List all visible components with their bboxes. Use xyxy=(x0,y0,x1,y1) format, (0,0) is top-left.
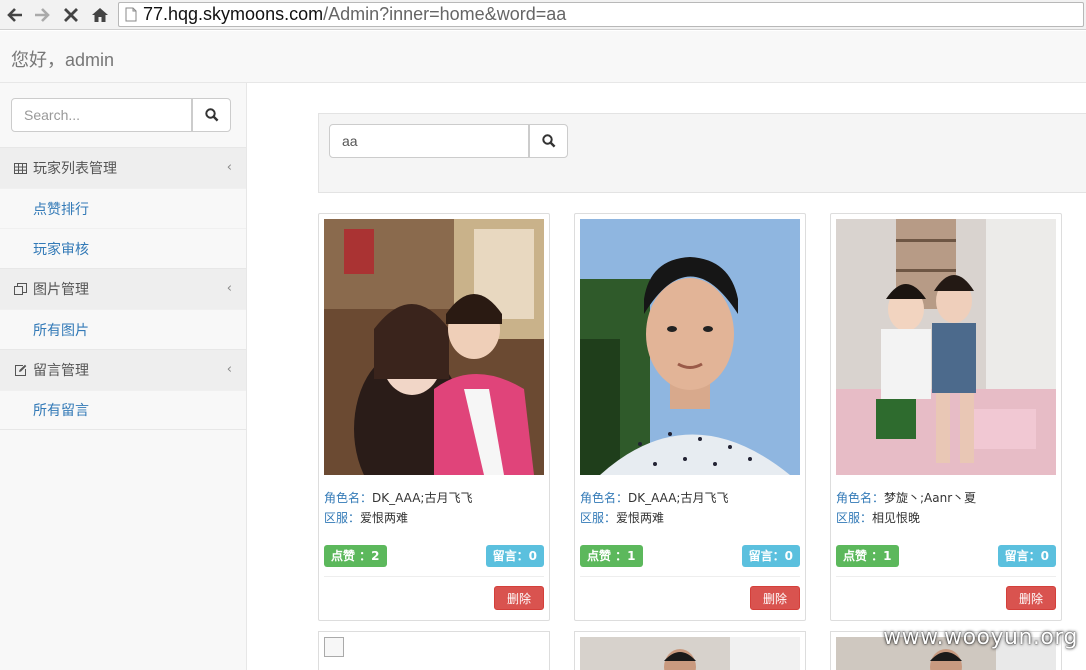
broken-image-icon xyxy=(324,637,344,657)
menu-group-label: 图片管理 xyxy=(33,282,89,298)
role-name-label: 角色名： xyxy=(580,491,629,505)
player-card: 角色名：DK_AAA;古月飞飞 区服：爱恨两难 点赞 ：2 留言：0 删除 xyxy=(318,213,550,621)
player-photo xyxy=(580,637,800,670)
stop-button[interactable] xyxy=(59,3,83,27)
url-path: /Admin?inner=home&word=aa xyxy=(323,4,567,24)
home-button[interactable] xyxy=(88,3,112,27)
card-divider xyxy=(836,576,1056,577)
menu-group-messages[interactable]: 留言管理 ‹ xyxy=(0,349,246,390)
role-name-value: 梦旋丶;Aanr丶夏 xyxy=(884,491,977,505)
player-info: 角色名：DK_AAA;古月飞飞 区服：爱恨两难 xyxy=(324,488,472,528)
back-button[interactable] xyxy=(3,3,27,27)
player-card xyxy=(574,631,806,670)
arrow-left-icon xyxy=(7,8,22,22)
menu-item-all-messages[interactable]: 所有留言 xyxy=(0,390,246,430)
close-icon xyxy=(64,8,78,22)
greeting-text: 您好，admin xyxy=(11,50,115,70)
player-card xyxy=(318,631,550,670)
player-info: 角色名：梦旋丶;Aanr丶夏 区服：相见恨晚 xyxy=(836,488,976,528)
server-label: 区服： xyxy=(324,511,361,525)
images-icon xyxy=(13,282,27,296)
delete-button[interactable]: 删除 xyxy=(750,586,800,610)
server-label: 区服： xyxy=(836,511,873,525)
chevron-left-icon: ‹ xyxy=(226,362,232,377)
edit-icon xyxy=(13,363,27,377)
sidebar-search xyxy=(11,98,231,132)
url-text: 77.hqg.skymoons.com/Admin?inner=home&wor… xyxy=(143,4,566,25)
chevron-left-icon: ‹ xyxy=(226,160,232,175)
role-name-label: 角色名： xyxy=(324,491,373,505)
player-photo xyxy=(836,219,1056,475)
sidebar-search-button[interactable] xyxy=(192,98,231,132)
menu-group-label: 留言管理 xyxy=(33,363,89,379)
search-panel xyxy=(318,113,1086,193)
role-name-value: DK_AAA;古月飞飞 xyxy=(372,491,473,505)
word-search-input[interactable] xyxy=(329,124,529,158)
search-icon xyxy=(204,108,218,122)
menu-item-like-ranking[interactable]: 点赞排行 xyxy=(0,188,246,228)
sidebar-search-input[interactable] xyxy=(11,98,192,132)
arrow-right-icon xyxy=(35,8,50,22)
like-count-badge: 点赞 ：1 xyxy=(580,545,643,567)
menu-item-player-review[interactable]: 玩家审核 xyxy=(0,228,246,268)
player-info: 角色名：DK_AAA;古月飞飞 区服：爱恨两难 xyxy=(580,488,728,528)
watermark: www.wooyun.org xyxy=(883,625,1078,650)
server-value: 爱恨两难 xyxy=(616,511,665,525)
card-divider xyxy=(580,576,800,577)
delete-button[interactable]: 删除 xyxy=(494,586,544,610)
forward-button[interactable] xyxy=(30,3,54,27)
message-count-badge: 留言：0 xyxy=(741,545,800,567)
server-value: 相见恨晚 xyxy=(872,511,921,525)
page-icon xyxy=(125,7,137,22)
browser-toolbar: 77.hqg.skymoons.com/Admin?inner=home&wor… xyxy=(0,0,1086,30)
server-value: 爱恨两难 xyxy=(360,511,409,525)
message-count-badge: 留言：0 xyxy=(485,545,544,567)
server-label: 区服： xyxy=(580,511,617,525)
menu-group-images[interactable]: 图片管理 ‹ xyxy=(0,268,246,309)
player-card: 角色名：梦旋丶;Aanr丶夏 区服：相见恨晚 点赞 ：1 留言：0 删除 xyxy=(830,213,1062,621)
menu-group-label: 玩家列表管理 xyxy=(33,161,117,177)
player-card: 角色名：DK_AAA;古月飞飞 区服：爱恨两难 点赞 ：1 留言：0 删除 xyxy=(574,213,806,621)
url-host: 77.hqg.skymoons.com xyxy=(143,4,324,24)
home-icon xyxy=(92,8,108,22)
address-bar[interactable]: 77.hqg.skymoons.com/Admin?inner=home&wor… xyxy=(118,2,1084,27)
menu-group-players[interactable]: 玩家列表管理 ‹ xyxy=(0,147,246,188)
search-icon xyxy=(541,134,555,148)
message-count-badge: 留言：0 xyxy=(997,545,1056,567)
main-content: 角色名：DK_AAA;古月飞飞 区服：爱恨两难 点赞 ：2 留言：0 删除 xyxy=(248,83,1086,670)
sidebar: 玩家列表管理 ‹ 点赞排行 玩家审核 图片管理 ‹ 所有图片 留言管理 ‹ 所有… xyxy=(0,83,247,670)
role-name-value: DK_AAA;古月飞飞 xyxy=(628,491,729,505)
table-icon xyxy=(13,161,27,175)
sidebar-menu: 玩家列表管理 ‹ 点赞排行 玩家审核 图片管理 ‹ 所有图片 留言管理 ‹ 所有… xyxy=(0,147,246,430)
player-photo xyxy=(324,219,544,475)
chevron-left-icon: ‹ xyxy=(226,281,232,296)
word-search-button[interactable] xyxy=(529,124,568,158)
like-count-badge: 点赞 ：2 xyxy=(324,545,387,567)
menu-item-all-images[interactable]: 所有图片 xyxy=(0,309,246,349)
delete-button[interactable]: 删除 xyxy=(1006,586,1056,610)
card-divider xyxy=(324,576,544,577)
player-photo xyxy=(580,219,800,475)
admin-header: 您好，admin xyxy=(0,31,1086,83)
like-count-badge: 点赞 ：1 xyxy=(836,545,899,567)
role-name-label: 角色名： xyxy=(836,491,885,505)
